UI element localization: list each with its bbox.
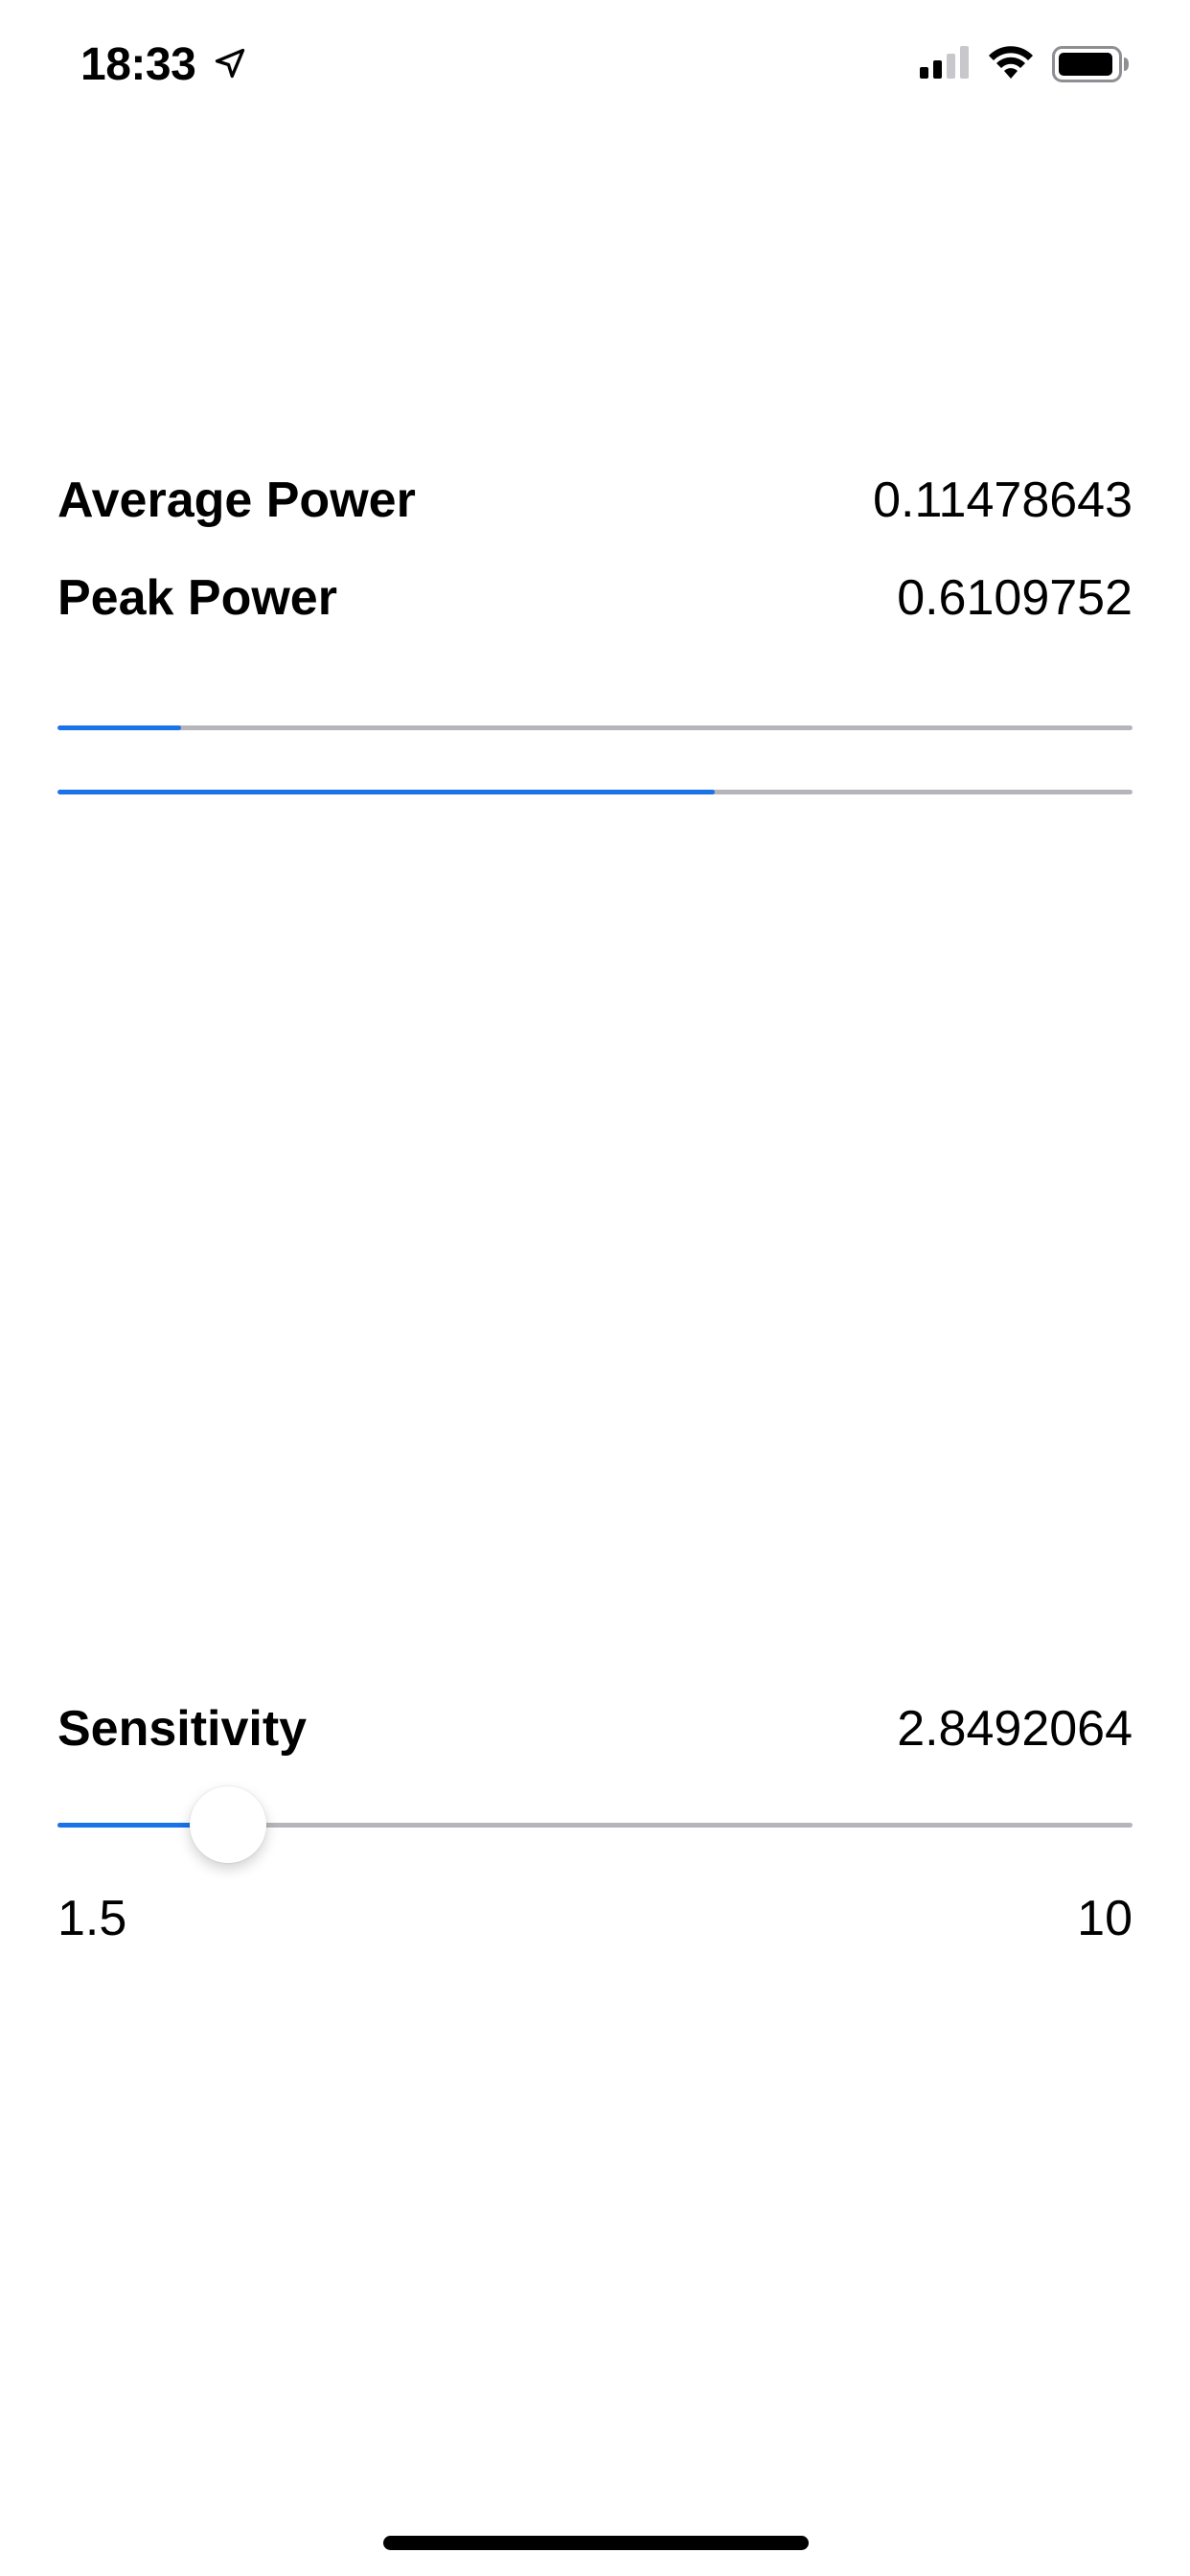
peak-power-label: Peak Power bbox=[57, 570, 337, 626]
cellular-signal-icon bbox=[920, 46, 969, 79]
peak-power-meter bbox=[57, 790, 1133, 794]
average-power-meter-fill bbox=[57, 725, 181, 730]
peak-power-meter-fill bbox=[57, 790, 715, 794]
average-power-value: 0.11478643 bbox=[873, 472, 1133, 528]
sensitivity-row: Sensitivity 2.8492064 bbox=[57, 1690, 1133, 1767]
battery-icon bbox=[1052, 46, 1129, 82]
average-power-row: Average Power 0.11478643 bbox=[57, 462, 1133, 539]
wifi-icon bbox=[989, 46, 1033, 79]
status-bar: 18:33 bbox=[0, 0, 1190, 126]
sensitivity-slider[interactable] bbox=[57, 1782, 1133, 1867]
location-arrow-icon bbox=[215, 48, 245, 79]
sensitivity-value: 2.8492064 bbox=[897, 1701, 1133, 1757]
sensitivity-min-label: 1.5 bbox=[57, 1891, 127, 1946]
home-indicator[interactable] bbox=[383, 2536, 809, 2550]
peak-power-value: 0.6109752 bbox=[897, 570, 1133, 626]
sensitivity-max-label: 10 bbox=[1077, 1891, 1133, 1946]
sensitivity-label: Sensitivity bbox=[57, 1701, 308, 1757]
average-power-label: Average Power bbox=[57, 472, 416, 528]
average-power-meter bbox=[57, 725, 1133, 730]
peak-power-row: Peak Power 0.6109752 bbox=[57, 560, 1133, 636]
sensitivity-slider-thumb[interactable] bbox=[190, 1786, 267, 1863]
status-time: 18:33 bbox=[80, 39, 196, 90]
